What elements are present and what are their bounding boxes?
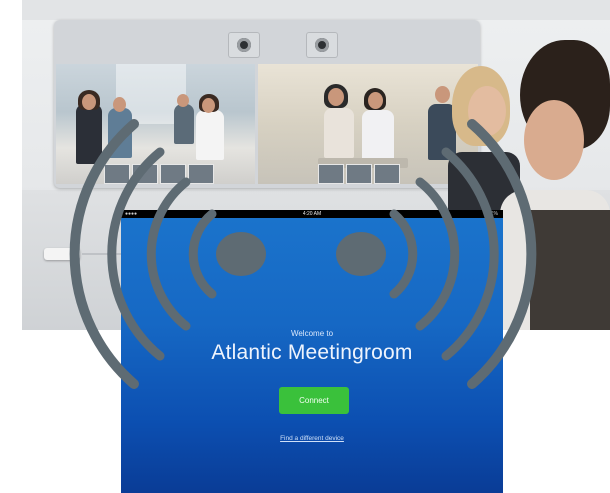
find-different-device-link[interactable]: Find a different device <box>121 435 503 442</box>
participant-dark-hair <box>500 40 610 330</box>
device-name: Atlantic Meetingroom <box>211 341 413 364</box>
camera-icon <box>306 32 338 58</box>
video-display <box>54 20 480 188</box>
ceiling <box>22 0 610 20</box>
welcome-text: Welcome to <box>290 329 334 338</box>
camera-icon <box>228 32 260 58</box>
video-feed-left <box>56 64 255 184</box>
status-time: 4:20 AM <box>302 211 322 217</box>
tablet-screen: ●●●● 4:20 AM 81% Welcome to Atlantic Mee… <box>121 210 503 493</box>
connect-button[interactable]: Connect <box>279 387 349 414</box>
status-bar: ●●●● 4:20 AM 81% <box>121 210 503 218</box>
battery-level: 81% <box>487 211 498 217</box>
desk-phone <box>44 248 80 260</box>
